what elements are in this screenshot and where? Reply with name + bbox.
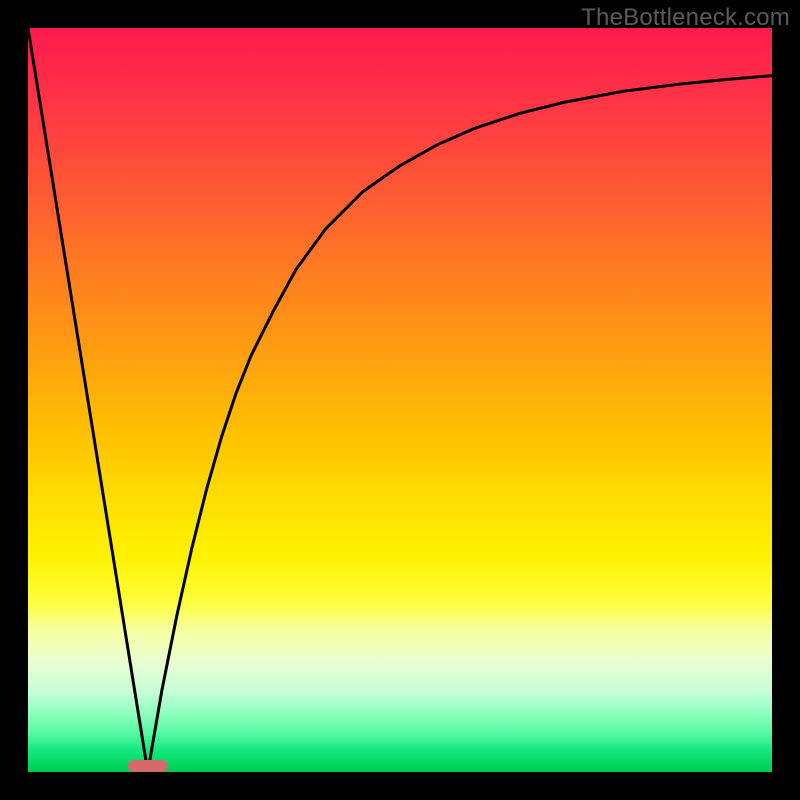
chart-frame: TheBottleneck.com: [0, 0, 800, 800]
bottleneck-curve: [28, 28, 772, 772]
optimal-marker: [128, 760, 168, 772]
plot-area: [28, 28, 772, 772]
